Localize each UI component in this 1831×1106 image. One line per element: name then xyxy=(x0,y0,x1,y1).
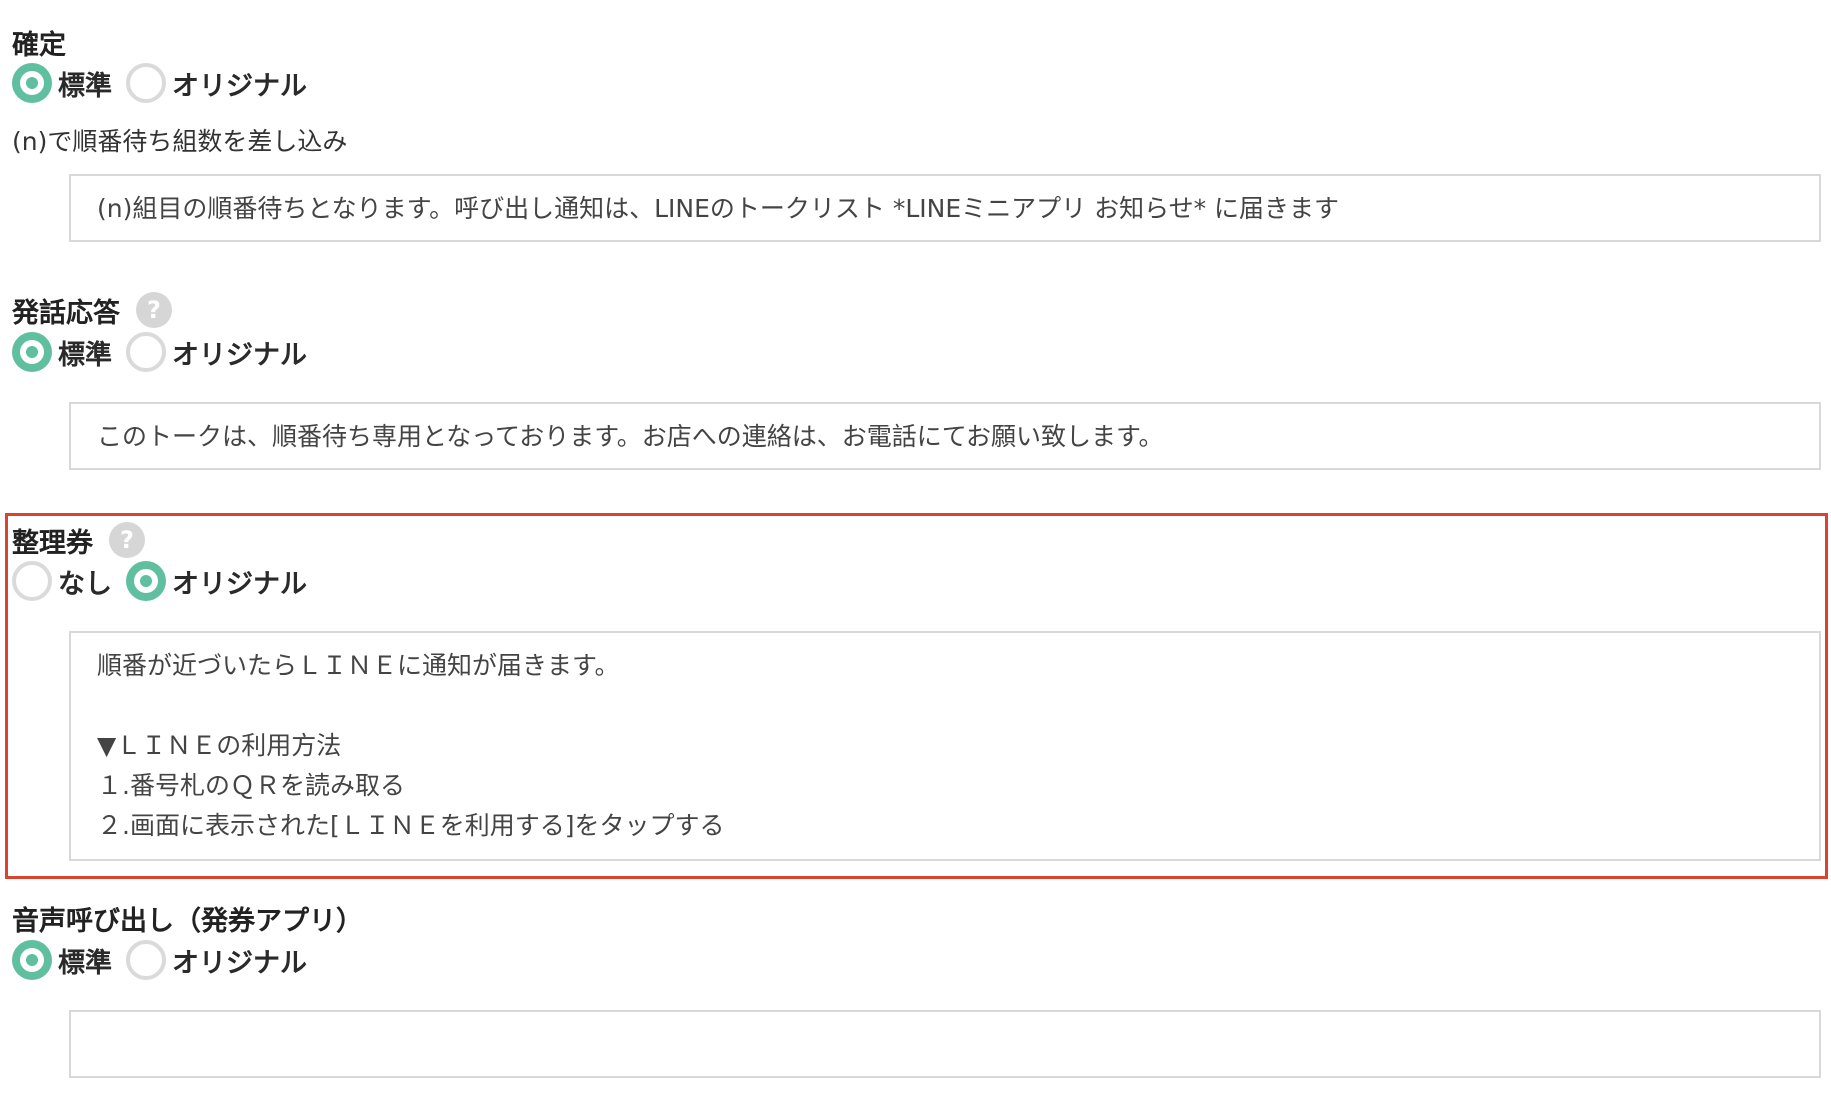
confirm-hint: (n)で順番待ち組数を差し込み xyxy=(12,127,348,156)
ticket-radio-none[interactable] xyxy=(12,561,52,601)
ticket-title-row: 整理券 ? xyxy=(12,522,145,559)
confirm-option-original[interactable]: オリジナル xyxy=(126,63,307,103)
auto-reply-option-original-label: オリジナル xyxy=(172,339,307,371)
ticket-message-line: ▼ＬＩＮＥの利用方法 xyxy=(97,731,342,760)
auto-reply-message-box[interactable]: このトークは、順番待ち専用となっております。お店への連絡は、お電話にてお願い致し… xyxy=(69,402,1821,470)
voice-call-radio-group: 標準 オリジナル xyxy=(12,938,321,982)
voice-call-message-text xyxy=(97,1025,1793,1065)
confirm-radio-standard[interactable] xyxy=(12,63,52,103)
auto-reply-title: 発話応答 xyxy=(12,297,120,329)
voice-call-option-original[interactable]: オリジナル xyxy=(126,940,307,980)
ticket-radio-original[interactable] xyxy=(126,561,166,601)
ticket-message-line: １.番号札のＱＲを読み取る xyxy=(97,771,405,800)
confirm-message-text: (n)組目の順番待ちとなります。呼び出し通知は、LINEのトークリスト *LIN… xyxy=(97,194,1340,223)
ticket-option-none-label: なし xyxy=(58,568,112,600)
ticket-option-none[interactable]: なし xyxy=(12,561,112,601)
confirm-title-row: 確定 xyxy=(12,24,66,61)
ticket-title: 整理券 xyxy=(12,527,93,559)
voice-call-title: 音声呼び出し（発券アプリ） xyxy=(12,905,363,937)
auto-reply-radio-original[interactable] xyxy=(126,332,166,372)
ticket-message-box[interactable]: 順番が近づいたらＬＩＮＥに通知が届きます。 ▼ＬＩＮＥの利用方法 １.番号札のＱ… xyxy=(69,631,1821,861)
voice-call-radio-original[interactable] xyxy=(126,940,166,980)
voice-call-radio-standard[interactable] xyxy=(12,940,52,980)
confirm-radio-original[interactable] xyxy=(126,63,166,103)
auto-reply-message-text: このトークは、順番待ち専用となっております。お店への連絡は、お電話にてお願い致し… xyxy=(97,422,1164,451)
ticket-option-original[interactable]: オリジナル xyxy=(126,561,307,601)
ticket-option-original-label: オリジナル xyxy=(172,568,307,600)
auto-reply-option-original[interactable]: オリジナル xyxy=(126,332,307,372)
question-icon[interactable]: ? xyxy=(109,522,145,558)
ticket-message-line: ２.画面に表示された[ＬＩＮＥを利用する]をタップする xyxy=(97,811,725,840)
ticket-message-line: 順番が近づいたらＬＩＮＥに通知が届きます。 xyxy=(97,651,620,680)
voice-call-title-row: 音声呼び出し（発券アプリ） xyxy=(12,900,363,937)
voice-call-option-standard-label: 標準 xyxy=(58,947,112,979)
voice-call-option-original-label: オリジナル xyxy=(172,947,307,979)
ticket-message-line xyxy=(97,686,1793,726)
confirm-message-box[interactable]: (n)組目の順番待ちとなります。呼び出し通知は、LINEのトークリスト *LIN… xyxy=(69,174,1821,242)
confirm-radio-group: 標準 オリジナル xyxy=(12,61,321,105)
confirm-option-standard[interactable]: 標準 xyxy=(12,63,112,103)
voice-call-option-standard[interactable]: 標準 xyxy=(12,940,112,980)
confirm-title: 確定 xyxy=(12,29,66,61)
auto-reply-title-row: 発話応答 ? xyxy=(12,292,172,329)
voice-call-message-box[interactable] xyxy=(69,1010,1821,1078)
question-icon[interactable]: ? xyxy=(136,292,172,328)
auto-reply-radio-group: 標準 オリジナル xyxy=(12,330,321,374)
auto-reply-radio-standard[interactable] xyxy=(12,332,52,372)
confirm-option-original-label: オリジナル xyxy=(172,70,307,102)
confirm-option-standard-label: 標準 xyxy=(58,70,112,102)
auto-reply-option-standard[interactable]: 標準 xyxy=(12,332,112,372)
auto-reply-option-standard-label: 標準 xyxy=(58,339,112,371)
ticket-radio-group: なし オリジナル xyxy=(12,559,321,603)
